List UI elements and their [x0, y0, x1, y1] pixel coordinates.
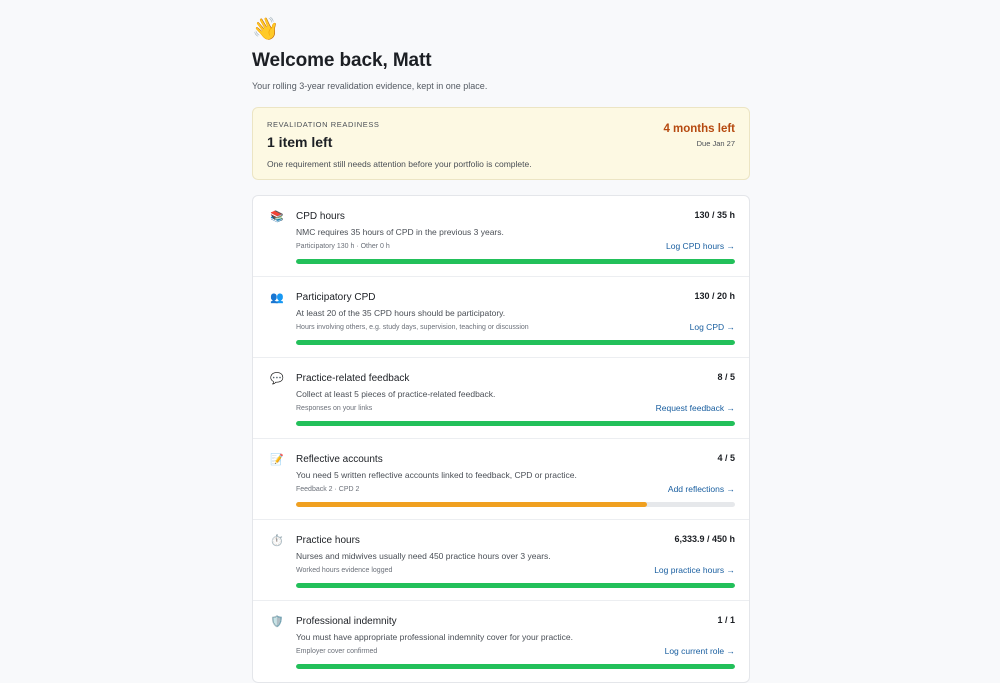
deadline-info: 4 months left Due Jan 27	[663, 122, 735, 149]
requirement-action-link[interactable]: Add reflections →	[668, 484, 735, 495]
requirement-count: 130 / 20 h	[694, 291, 735, 301]
progress-fill	[296, 583, 735, 588]
requirement-row: ⏱️ Practice hours 6,333.9 / 450 h Nurses…	[253, 520, 749, 601]
progress-bar	[296, 259, 735, 264]
requirement-name: Practice-related feedback	[296, 373, 410, 384]
requirement-count: 4 / 5	[717, 453, 735, 463]
progress-bar	[296, 421, 735, 426]
requirement-name: Reflective accounts	[296, 454, 383, 465]
requirement-meta: Employer cover confirmed	[296, 648, 378, 655]
requirement-action-link[interactable]: Log practice hours →	[654, 565, 735, 576]
requirement-meta: Responses on your links	[296, 405, 373, 412]
requirement-description: Nurses and midwives usually need 450 pra…	[296, 551, 551, 561]
requirement-description: At least 20 of the 35 CPD hours should b…	[296, 308, 506, 318]
memo-icon: 📝	[270, 454, 284, 466]
progress-fill	[296, 421, 735, 426]
progress-bar	[296, 583, 735, 588]
requirement-name: CPD hours	[296, 211, 345, 222]
requirement-action-link[interactable]: Log CPD →	[690, 322, 735, 333]
speech-bubble-icon: 💬	[270, 373, 284, 385]
readiness-description: One requirement still needs attention be…	[267, 159, 532, 169]
shield-icon: 🛡️	[270, 616, 284, 628]
people-icon: 👥	[270, 292, 284, 304]
requirement-meta: Feedback 2 · CPD 2	[296, 486, 360, 493]
waving-hand-icon: 👋	[252, 16, 280, 41]
requirement-name: Practice hours	[296, 535, 360, 546]
revalidation-readiness-panel: REVALIDATION READINESS 1 item left One r…	[252, 107, 750, 180]
requirement-count: 6,333.9 / 450 h	[674, 534, 735, 544]
requirement-description: You need 5 written reflective accounts l…	[296, 470, 577, 480]
requirement-row: 👥 Participatory CPD 130 / 20 h At least …	[253, 277, 749, 358]
books-icon: 📚	[270, 211, 284, 223]
requirement-description: Collect at least 5 pieces of practice-re…	[296, 389, 496, 399]
requirements-list: 📚 CPD hours 130 / 35 h NMC requires 35 h…	[252, 195, 750, 683]
requirement-count: 130 / 35 h	[694, 210, 735, 220]
requirement-count: 8 / 5	[717, 372, 735, 382]
progress-fill	[296, 664, 735, 669]
progress-bar	[296, 502, 735, 507]
months-left: 4 months left	[663, 123, 735, 135]
dashboard-page: 👋 Welcome back, Matt Your rolling 3-year…	[252, 0, 750, 683]
requirement-action-link[interactable]: Log current role →	[665, 646, 735, 657]
progress-bar	[296, 340, 735, 345]
requirement-meta: Participatory 130 h · Other 0 h	[296, 243, 390, 250]
requirement-action-link[interactable]: Log CPD hours →	[666, 241, 735, 252]
stopwatch-icon: ⏱️	[270, 535, 284, 547]
requirement-meta: Hours involving others, e.g. study days,…	[296, 324, 529, 331]
progress-fill	[296, 502, 648, 507]
requirement-meta: Worked hours evidence logged	[296, 567, 393, 574]
due-date: Due Jan 27	[696, 139, 735, 148]
page-subtitle: Your rolling 3-year revalidation evidenc…	[252, 81, 488, 91]
requirement-description: NMC requires 35 hours of CPD in the prev…	[296, 227, 504, 237]
requirement-name: Participatory CPD	[296, 292, 376, 303]
requirement-row: 💬 Practice-related feedback 8 / 5 Collec…	[253, 358, 749, 439]
progress-bar	[296, 664, 735, 669]
requirement-row: 📝 Reflective accounts 4 / 5 You need 5 w…	[253, 439, 749, 520]
progress-fill	[296, 340, 735, 345]
page-title: Welcome back, Matt	[252, 50, 432, 71]
requirement-action-link[interactable]: Request feedback →	[656, 403, 735, 414]
requirement-description: You must have appropriate professional i…	[296, 632, 574, 642]
requirement-name: Professional indemnity	[296, 616, 397, 627]
progress-fill	[296, 259, 735, 264]
requirement-row: 🛡️ Professional indemnity 1 / 1 You must…	[253, 601, 749, 682]
requirement-row: 📚 CPD hours 130 / 35 h NMC requires 35 h…	[253, 196, 749, 277]
requirement-count: 1 / 1	[717, 615, 735, 625]
